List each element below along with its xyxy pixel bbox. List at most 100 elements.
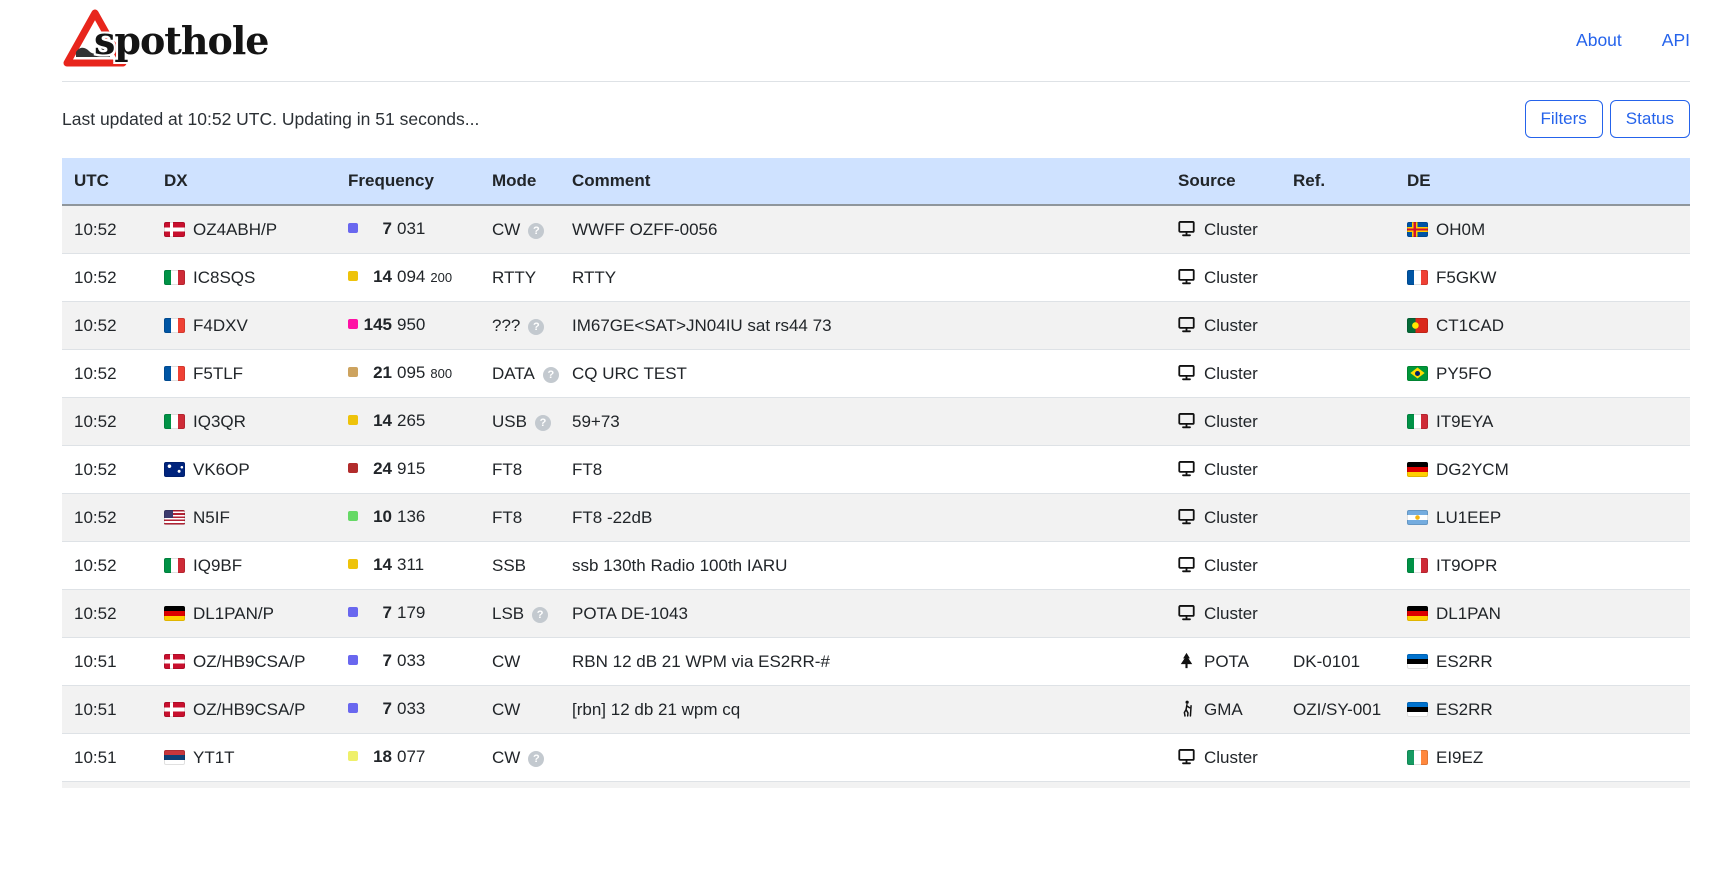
dx-callsign: DL1PAN/P <box>193 604 274 623</box>
source-label: Cluster <box>1204 604 1258 623</box>
dx-callsign: N5IF <box>193 508 230 527</box>
brand-logo-link[interactable]: spothole <box>62 7 268 74</box>
comment-cell: POTA DE-1043 <box>560 590 1166 638</box>
mode-label: FT8 <box>492 508 522 527</box>
filters-button[interactable]: Filters <box>1525 100 1603 138</box>
mode-help-icon[interactable]: ? <box>528 751 544 767</box>
mode-label: RTTY <box>492 268 536 287</box>
monitor-icon <box>1178 316 1195 333</box>
comment-cell: [rbn] 12 db 21 wpm cq <box>560 686 1166 734</box>
source-label: Cluster <box>1204 412 1258 431</box>
brand-name: spothole <box>94 18 268 63</box>
comment-cell: ssb 130th Radio 100th IARU <box>560 542 1166 590</box>
monitor-icon <box>1178 460 1195 477</box>
dx-callsign: OZ/HB9CSA/P <box>193 652 305 671</box>
de-callsign: EI9EZ <box>1436 748 1483 767</box>
dx-callsign: IC8SQS <box>193 268 255 287</box>
dx-callsign: IQ3QR <box>193 412 246 431</box>
ref-cell: OZI/SY-001 <box>1281 686 1395 734</box>
flag-au-icon <box>164 462 185 477</box>
utc-cell: 10:52 <box>62 398 152 446</box>
last-updated-text: Last updated at 10:52 UTC. Updating in 5… <box>62 109 479 130</box>
ref-cell <box>1281 734 1395 782</box>
freq-mhz: 14 <box>358 409 392 433</box>
flag-ee-icon <box>1407 654 1428 669</box>
toolbar-buttons: Filters Status <box>1525 100 1690 138</box>
comment-cell: FT8 <box>560 446 1166 494</box>
ref-cell <box>1281 398 1395 446</box>
flag-dk-icon <box>164 654 185 669</box>
column-header-comment: Comment <box>560 158 1166 205</box>
flag-us-icon <box>164 510 185 525</box>
band-indicator <box>348 607 358 617</box>
comment-cell: RTTY <box>560 254 1166 302</box>
ref-cell <box>1281 494 1395 542</box>
freq-hz: 800 <box>430 366 452 381</box>
de-callsign: DL1PAN <box>1436 604 1501 623</box>
de-callsign: IT9EYA <box>1436 412 1493 431</box>
flag-it-icon <box>164 414 185 429</box>
band-indicator <box>348 655 358 665</box>
mode-help-icon[interactable]: ? <box>532 607 548 623</box>
band-indicator <box>348 271 358 281</box>
monitor-icon <box>1178 364 1195 381</box>
freq-mhz: 7 <box>358 649 392 673</box>
dx-callsign: OZ/HB9CSA/P <box>193 700 305 719</box>
source-label: Cluster <box>1204 364 1258 383</box>
nav-link-about[interactable]: About <box>1576 30 1622 51</box>
freq-khz: 950 <box>397 315 425 334</box>
flag-fr-icon <box>1407 270 1428 285</box>
freq-khz: 311 <box>397 555 424 574</box>
freq-khz: 265 <box>397 411 425 430</box>
ref-cell <box>1281 590 1395 638</box>
spot-row: 10:52 F4DXV 145950 ???? IM67GE<SAT>JN04I… <box>62 302 1690 350</box>
de-callsign: ES2RR <box>1436 652 1493 671</box>
mode-label: CW <box>492 748 520 767</box>
mode-help-icon[interactable]: ? <box>528 223 544 239</box>
comment-cell: CQ URC TEST <box>560 350 1166 398</box>
mode-label: ??? <box>492 316 520 335</box>
freq-hz: 200 <box>430 270 452 285</box>
utc-cell: 10:52 <box>62 302 152 350</box>
utc-cell: 10:51 <box>62 734 152 782</box>
freq-khz: 077 <box>397 747 425 766</box>
mode-help-icon[interactable]: ? <box>543 367 559 383</box>
freq-khz: 095 <box>397 363 425 382</box>
de-callsign: CT1CAD <box>1436 316 1504 335</box>
nav-link-api[interactable]: API <box>1662 30 1690 51</box>
band-indicator <box>348 223 358 233</box>
utc-cell: 10:51 <box>62 638 152 686</box>
top-nav: About API <box>1576 30 1690 51</box>
freq-khz: 136 <box>397 507 425 526</box>
de-callsign: F5GKW <box>1436 268 1496 287</box>
utc-cell: 10:52 <box>62 446 152 494</box>
mode-label: CW <box>492 220 520 239</box>
flag-de-icon <box>1407 462 1428 477</box>
spot-row: 10:52 DL1PAN/P 7179 LSB? POTA DE-1043 Cl… <box>62 590 1690 638</box>
freq-khz: 094 <box>397 267 425 286</box>
de-callsign: ES2RR <box>1436 700 1493 719</box>
source-label: Cluster <box>1204 508 1258 527</box>
mode-label: LSB <box>492 604 524 623</box>
mode-help-icon[interactable]: ? <box>535 415 551 431</box>
viewport: spothole About API Last updated at 10:52… <box>0 0 1734 788</box>
utc-cell: 10:52 <box>62 350 152 398</box>
status-bar: Last updated at 10:52 UTC. Updating in 5… <box>62 100 1690 138</box>
column-header-dx: DX <box>152 158 336 205</box>
mode-help-icon[interactable]: ? <box>528 319 544 335</box>
freq-mhz: 10 <box>358 505 392 529</box>
mode-label: DATA <box>492 364 535 383</box>
freq-khz: 179 <box>397 603 425 622</box>
freq-khz: 033 <box>397 699 425 718</box>
comment-cell <box>560 734 1166 782</box>
utc-cell: 10:51 <box>62 782 152 789</box>
comment-cell: FT8 <box>560 782 1166 789</box>
monitor-icon <box>1178 220 1195 237</box>
status-button[interactable]: Status <box>1610 100 1690 138</box>
flag-de-icon <box>164 606 185 621</box>
flag-it-icon <box>164 270 185 285</box>
source-label: POTA <box>1204 652 1249 671</box>
flag-de-icon <box>1407 606 1428 621</box>
flag-it-icon <box>1407 558 1428 573</box>
ref-cell <box>1281 542 1395 590</box>
